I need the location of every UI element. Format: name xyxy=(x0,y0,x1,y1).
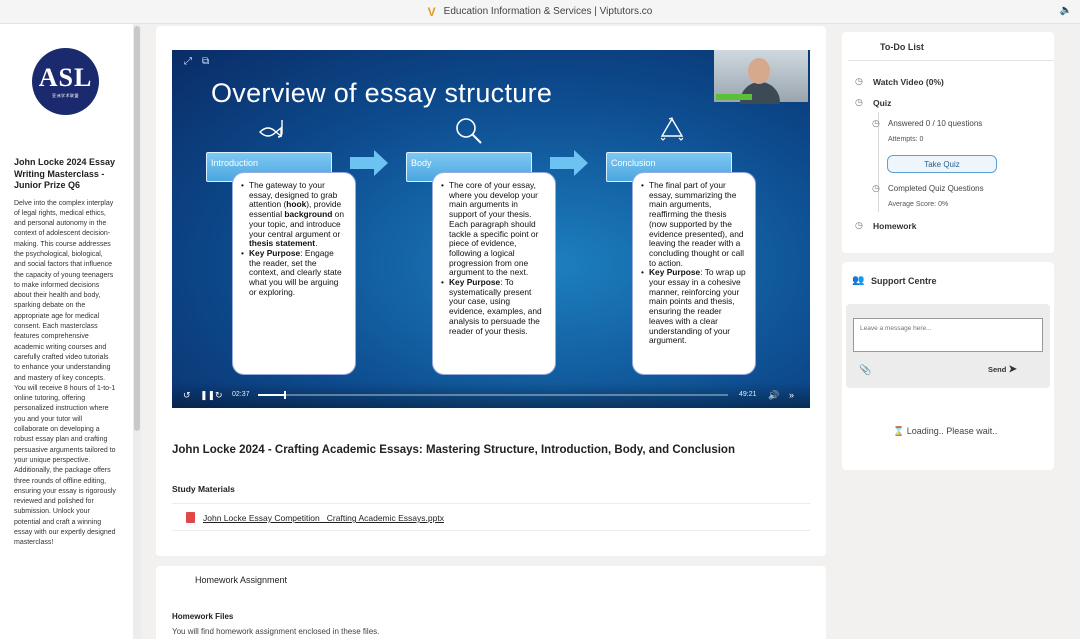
lesson-title: John Locke 2024 - Crafting Academic Essa… xyxy=(172,444,735,456)
course-sidebar: ASL 亚洲学术联盟 John Locke 2024 Essay Writing… xyxy=(0,24,133,639)
todo-card xyxy=(842,32,1054,253)
support-title: Support Centre xyxy=(871,276,937,286)
section-body-introduction: The gateway to your essay, designed to g… xyxy=(232,172,356,375)
recycle-icon xyxy=(660,117,684,141)
support-loading: ⌛ Loading.. Please wait.. xyxy=(893,426,997,437)
todo-homework[interactable]: Homework xyxy=(873,221,916,231)
magnifier-icon xyxy=(456,118,482,144)
total-time: 49:21 xyxy=(739,391,757,398)
todo-quiz[interactable]: Quiz xyxy=(873,98,891,108)
window-title: Education Information & Services | Viptu… xyxy=(443,6,653,17)
quiz-answered: Answered 0 / 10 questions xyxy=(888,119,983,128)
volume-icon[interactable]: 🔊 xyxy=(768,390,779,401)
presenter-webcam xyxy=(714,50,808,104)
todo-title: To-Do List xyxy=(880,42,924,52)
send-label: Send xyxy=(988,365,1007,374)
send-arrow-icon: ➤ xyxy=(1008,364,1017,375)
history-icon: ◷ xyxy=(855,220,863,230)
text: : To wrap up your essay in a cohesive ma… xyxy=(649,267,746,346)
forward-icon[interactable]: ↻ xyxy=(215,390,223,401)
video-player[interactable]: ⤢ ⧉ Overview of essay structure Introduc… xyxy=(172,50,810,408)
homework-note: You will find homework assignment enclos… xyxy=(172,627,380,636)
history-icon: ◷ xyxy=(872,183,880,193)
pip-icon[interactable]: ⧉ xyxy=(202,56,209,67)
arrow-right-icon xyxy=(550,150,588,176)
text-bold: Key Purpose xyxy=(449,277,501,288)
body-point: The core of your essay, where you develo… xyxy=(441,180,547,278)
speaker-icon[interactable]: 🔈 xyxy=(1060,5,1072,16)
average-score: Average Score: 0% xyxy=(888,201,949,208)
presenter-face xyxy=(748,58,770,84)
intro-point: The gateway to your essay, designed to g… xyxy=(241,180,347,249)
course-title: John Locke 2024 Essay Writing Masterclas… xyxy=(14,157,116,190)
history-icon: ◷ xyxy=(855,97,863,107)
video-progress-track[interactable] xyxy=(258,391,728,399)
section-body-conclusion: The final part of your essay, summarizin… xyxy=(632,172,756,375)
asl-logo: ASL 亚洲学术联盟 xyxy=(32,48,99,115)
text-bold: thesis statement xyxy=(249,238,316,249)
arrow-right-icon xyxy=(350,150,388,176)
presenter-body xyxy=(740,82,780,104)
study-materials-label: Study Materials xyxy=(172,484,235,494)
course-description: Delve into the complex interplay of lega… xyxy=(14,199,116,547)
paperclip-icon[interactable]: 📎 xyxy=(859,365,871,376)
pdf-file-icon xyxy=(186,512,195,523)
fullscreen-icon[interactable]: ⤢ xyxy=(184,56,192,67)
sidebar-scrollbar[interactable] xyxy=(133,24,141,639)
asl-logo-text: ASL xyxy=(38,62,93,92)
sidebar-scrollbar-thumb[interactable] xyxy=(134,26,140,431)
viptutors-logo-icon: V xyxy=(427,4,436,19)
fish-hook-icon xyxy=(259,120,283,138)
conclusion-point: The final part of your essay, summarizin… xyxy=(641,180,747,268)
conclusion-key-purpose: Key Purpose: To wrap up your essay in a … xyxy=(641,267,747,346)
text-bold: background xyxy=(284,209,333,220)
text-bold: Key Purpose xyxy=(649,267,701,278)
history-icon: ◷ xyxy=(855,76,863,86)
video-progress-fill xyxy=(258,394,284,396)
section-body-body: The core of your essay, where you develo… xyxy=(432,172,556,375)
pause-icon[interactable]: ❚❚ xyxy=(200,390,215,401)
video-control-bar: ↺ ❚❚ ↻ 02:37 49:21 🔊 » xyxy=(172,382,810,408)
todo-watch-video[interactable]: Watch Video (0%) xyxy=(873,77,944,87)
loading-text: Loading.. Please wait.. xyxy=(906,426,998,436)
support-message-input[interactable] xyxy=(853,318,1043,352)
text-bold: hook xyxy=(286,199,307,210)
homework-files-label: Homework Files xyxy=(172,612,234,621)
history-icon: ◷ xyxy=(872,118,880,128)
divider xyxy=(848,60,1054,61)
rewind-icon[interactable]: ↺ xyxy=(183,390,191,401)
current-time: 02:37 xyxy=(232,391,250,398)
homework-title: Homework Assignment xyxy=(195,575,288,585)
text-bold: Key Purpose xyxy=(249,247,301,258)
spinner-icon: ⌛ xyxy=(893,426,905,436)
skip-forward-icon[interactable]: » xyxy=(789,390,794,400)
send-button[interactable]: Send ➤ xyxy=(988,364,1017,375)
study-material-row: John Locke Essay Competition_ Crafting A… xyxy=(172,503,810,531)
window-titlebar: V Education Information & Services | Vip… xyxy=(0,0,1080,24)
video-progress-knob[interactable] xyxy=(283,391,286,399)
intro-key-purpose: Key Purpose: Engage the reader, set the … xyxy=(241,247,347,298)
completed-quiz-questions: Completed Quiz Questions xyxy=(888,184,984,193)
take-quiz-button[interactable]: Take Quiz xyxy=(887,155,997,173)
body-key-purpose: Key Purpose: To systematically present y… xyxy=(441,277,547,336)
users-icon: 👥 xyxy=(852,275,865,286)
text: . xyxy=(315,238,318,249)
study-material-link[interactable]: John Locke Essay Competition_ Crafting A… xyxy=(203,513,444,523)
asl-logo-subtext: 亚洲学术联盟 xyxy=(52,92,79,98)
slide-title: Overview of essay structure xyxy=(211,78,553,108)
quiz-attempts: Attempts: 0 xyxy=(888,136,924,143)
text: : To systematically present your case, u… xyxy=(449,277,542,336)
presenter-name-tag xyxy=(716,94,752,100)
